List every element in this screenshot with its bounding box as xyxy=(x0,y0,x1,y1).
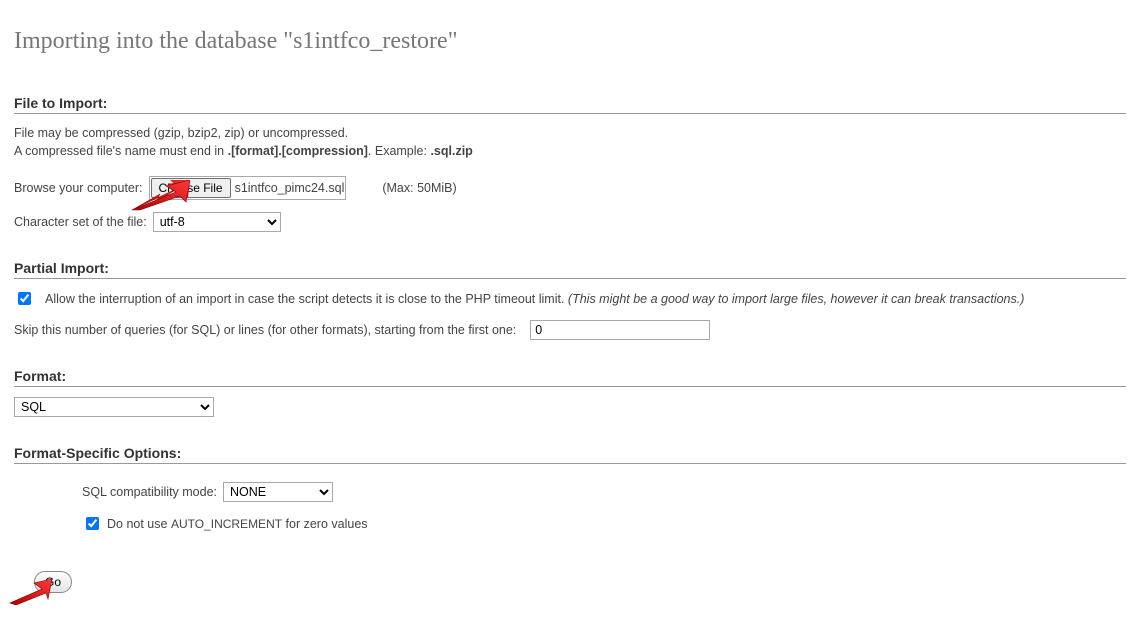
format-heading: Format: xyxy=(14,368,1126,387)
skip-queries-input[interactable] xyxy=(530,320,710,340)
choose-file-button[interactable]: Choose File xyxy=(151,178,231,198)
selected-filename: s1intfco_pimc24.sql xyxy=(235,181,345,195)
format-options-section: Format-Specific Options: SQL compatibili… xyxy=(14,445,1126,533)
compat-mode-label: SQL compatibility mode: xyxy=(82,485,217,499)
file-import-heading: File to Import: xyxy=(14,95,1126,114)
format-section: Format: SQL xyxy=(14,368,1126,417)
format-options-heading: Format-Specific Options: xyxy=(14,445,1126,464)
file-import-section: File to Import: File may be compressed (… xyxy=(14,95,1126,232)
allow-interrupt-checkbox[interactable] xyxy=(18,292,31,305)
skip-queries-label: Skip this number of queries (for SQL) or… xyxy=(14,323,516,337)
file-import-hint: File may be compressed (gzip, bzip2, zip… xyxy=(14,124,1126,160)
go-button[interactable]: Go xyxy=(34,571,72,593)
partial-import-section: Partial Import: Allow the interruption o… xyxy=(14,260,1126,340)
charset-select[interactable]: utf-8 xyxy=(153,212,281,232)
compat-mode-select[interactable]: NONE xyxy=(223,482,333,502)
page-title: Importing into the database "s1intfco_re… xyxy=(14,28,1126,55)
allow-interrupt-text: Allow the interruption of an import in c… xyxy=(45,292,1024,306)
browse-label: Browse your computer: xyxy=(14,181,143,195)
max-size-label: (Max: 50MiB) xyxy=(382,181,456,195)
format-select[interactable]: SQL xyxy=(14,397,214,417)
no-autoincrement-text: Do not use AUTO_INCREMENT for zero value… xyxy=(107,517,368,531)
no-autoincrement-checkbox[interactable] xyxy=(86,517,99,530)
partial-import-heading: Partial Import: xyxy=(14,260,1126,279)
charset-label: Character set of the file: xyxy=(14,215,147,229)
